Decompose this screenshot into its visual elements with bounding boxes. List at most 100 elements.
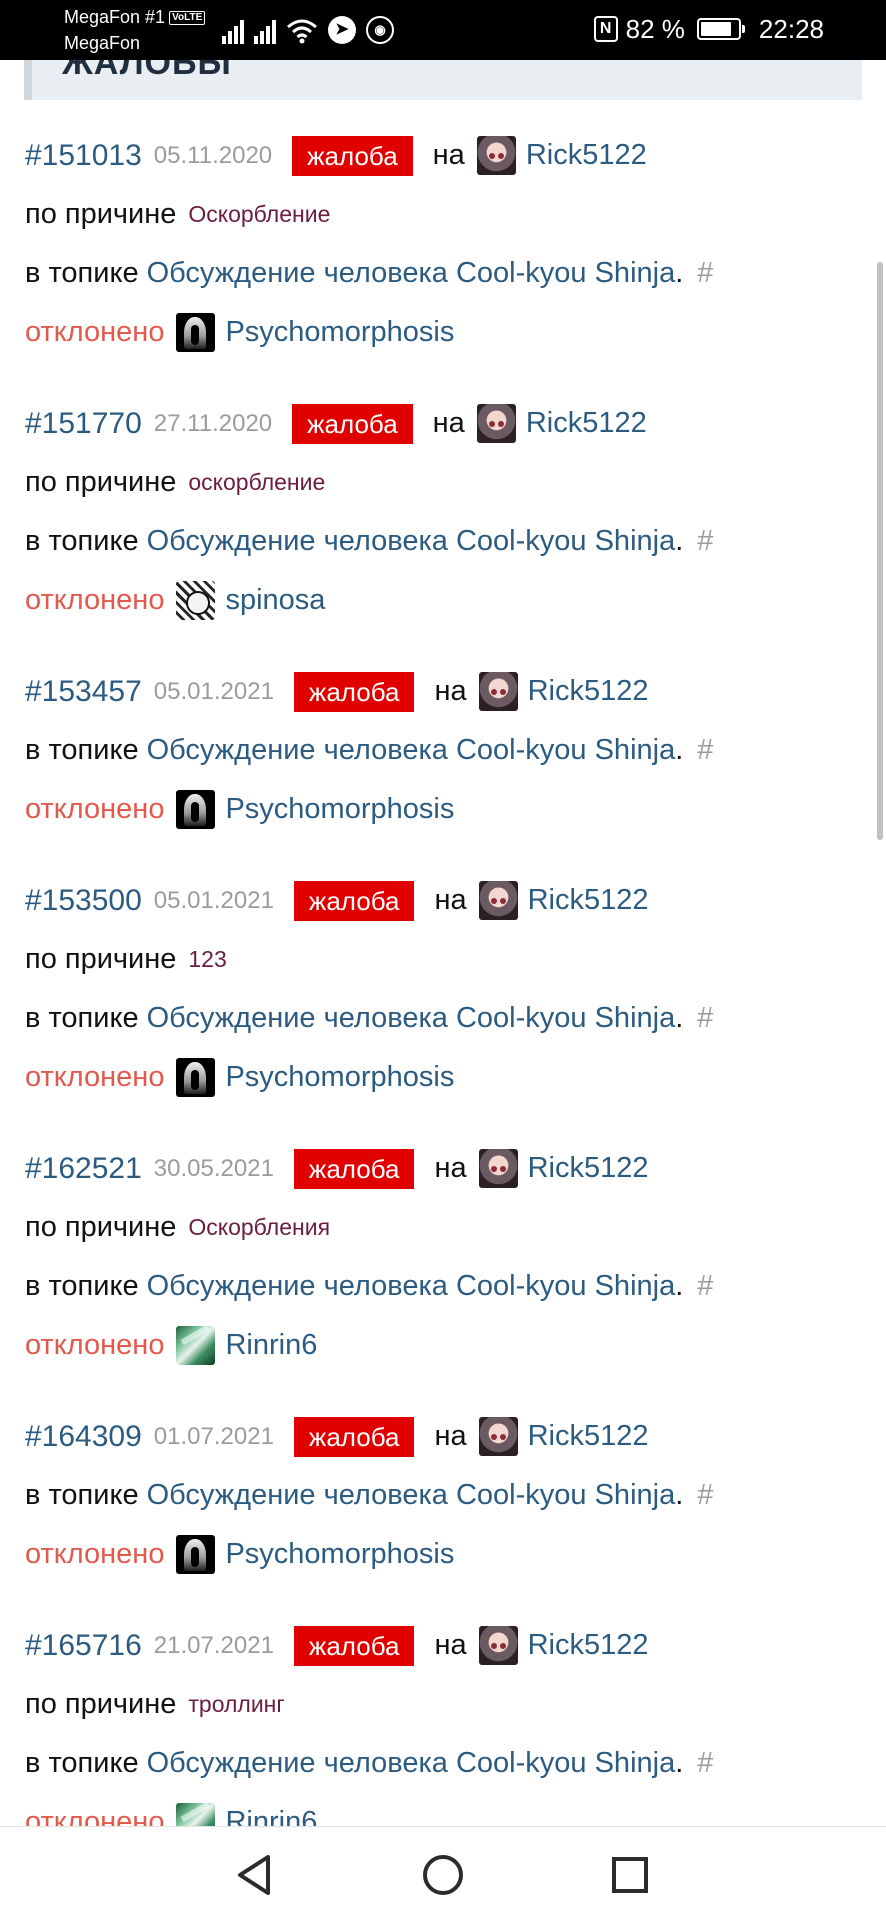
complaint-topic-row: в топике Обсуждение человека Cool-kyou Sh…	[25, 1466, 886, 1525]
moderator-link[interactable]: Psychomorphosis	[176, 1058, 454, 1097]
comment-anchor-link[interactable]: #	[697, 1002, 713, 1035]
comment-anchor-link[interactable]: #	[697, 525, 713, 558]
moderator-link[interactable]: Psychomorphosis	[176, 790, 454, 829]
moderator-name[interactable]: Psychomorphosis	[225, 316, 454, 349]
target-user-avatar[interactable]	[478, 672, 518, 711]
battery-percent: 82 %	[625, 13, 685, 44]
nfc-icon: N	[593, 16, 618, 42]
home-button[interactable]	[415, 1847, 471, 1903]
moderator-name[interactable]: Rinrin6	[225, 1329, 317, 1362]
comment-anchor-link[interactable]: #	[697, 1747, 713, 1780]
target-user-avatar[interactable]	[476, 136, 516, 175]
complaint-item: #162521 30.05.2021 жалоба на Rick5122 по прич…	[0, 1139, 886, 1375]
complaint-id-link[interactable]: #153457	[25, 675, 142, 709]
target-user-avatar[interactable]	[476, 404, 516, 443]
target-user-name[interactable]: Rick5122	[526, 139, 647, 172]
complaint-header-row: #153457 05.01.2021 жалоба на Rick5122	[25, 662, 886, 721]
topic-link[interactable]: Обсуждение человека Cool-kyou Shinja	[147, 1479, 676, 1512]
complaint-date: 30.05.2021	[153, 1154, 274, 1182]
complaint-id-link[interactable]: #164309	[25, 1420, 142, 1454]
topic-link[interactable]: Обсуждение человека Cool-kyou Shinja	[147, 1747, 676, 1780]
target-prefix: на	[434, 884, 467, 916]
topic-link[interactable]: Обсуждение человека Cool-kyou Shinja	[147, 1270, 676, 1303]
volte-icon: VoLTE	[169, 11, 206, 25]
telegram-icon: ➤	[328, 16, 356, 44]
complaint-id-link[interactable]: #151770	[25, 407, 142, 441]
target-user-link[interactable]: Rick5122	[476, 404, 647, 443]
comment-anchor-link[interactable]: #	[697, 734, 713, 767]
complaint-item: #164309 01.07.2021 жалоба на Rick5122 в топик…	[0, 1407, 886, 1584]
carrier-secondary: MegaFon	[64, 33, 141, 53]
target-user-name[interactable]: Rick5122	[528, 1152, 649, 1185]
moderator-link[interactable]: Psychomorphosis	[176, 313, 454, 352]
target-user-link[interactable]: Rick5122	[478, 672, 649, 711]
complaint-type-badge: жалоба	[292, 135, 413, 176]
moderator-link[interactable]: Psychomorphosis	[176, 1535, 454, 1574]
navigation-bar	[0, 1826, 886, 1920]
target-prefix: на	[434, 1629, 467, 1661]
signal-strength-icon	[222, 18, 244, 44]
topic-suffix: .	[675, 525, 684, 557]
moderator-name[interactable]: Psychomorphosis	[225, 1538, 454, 1571]
comment-anchor-link[interactable]: #	[697, 1479, 713, 1512]
moderator-name[interactable]: spinosa	[225, 584, 325, 617]
status-rejected: отклонено	[25, 584, 165, 616]
moderator-avatar[interactable]	[176, 581, 216, 620]
complaint-type-badge: жалоба	[293, 671, 415, 712]
recent-apps-button[interactable]	[602, 1847, 658, 1903]
moderator-avatar[interactable]	[176, 1326, 216, 1365]
complaint-id-link[interactable]: #162521	[25, 1152, 142, 1186]
reason-prefix: по причине	[25, 198, 177, 230]
target-prefix: на	[434, 1420, 467, 1452]
target-user-name[interactable]: Rick5122	[528, 884, 649, 917]
back-button[interactable]	[226, 1847, 282, 1903]
status-rejected: отклонено	[25, 316, 165, 348]
complaint-id-link[interactable]: #151013	[25, 139, 142, 173]
complaint-header-row: #165716 21.07.2021 жалоба на Rick5122	[25, 1616, 886, 1675]
moderator-name[interactable]: Psychomorphosis	[225, 1061, 454, 1094]
target-user-name[interactable]: Rick5122	[528, 675, 649, 708]
moderator-link[interactable]: Rinrin6	[176, 1326, 317, 1365]
battery-fill	[700, 22, 731, 36]
topic-link[interactable]: Обсуждение человека Cool-kyou Shinja	[147, 257, 676, 290]
complaint-reason-row: по причине 123	[25, 930, 886, 989]
moderator-avatar[interactable]	[176, 1535, 216, 1574]
moderator-avatar[interactable]	[176, 1058, 216, 1097]
moderator-link[interactable]: spinosa	[176, 581, 325, 620]
topic-suffix: .	[675, 1747, 684, 1779]
scrollbar[interactable]	[877, 262, 883, 840]
target-user-name[interactable]: Rick5122	[528, 1629, 649, 1662]
moderator-avatar[interactable]	[176, 313, 216, 352]
complaint-id-link[interactable]: #165716	[25, 1629, 142, 1663]
target-user-link[interactable]: Rick5122	[478, 1149, 649, 1188]
target-prefix: на	[434, 675, 467, 707]
status-rejected: отклонено	[25, 793, 165, 825]
complaint-date: 01.07.2021	[153, 1422, 274, 1450]
target-user-avatar[interactable]	[478, 881, 518, 920]
topic-link[interactable]: Обсуждение человека Cool-kyou Shinja	[147, 734, 676, 767]
topic-prefix: в топике	[25, 734, 139, 766]
target-user-avatar[interactable]	[478, 1626, 518, 1665]
topic-link[interactable]: Обсуждение человека Cool-kyou Shinja	[147, 525, 676, 558]
complaint-reason-row: по причине оскорбление	[25, 453, 886, 512]
topic-suffix: .	[675, 734, 684, 766]
complaint-id-link[interactable]: #153500	[25, 884, 142, 918]
target-user-avatar[interactable]	[478, 1417, 518, 1456]
target-user-name[interactable]: Rick5122	[528, 1420, 649, 1453]
target-user-link[interactable]: Rick5122	[478, 881, 649, 920]
comment-anchor-link[interactable]: #	[697, 1270, 713, 1303]
complaint-topic-row: в топике Обсуждение человека Cool-kyou Sh…	[25, 1257, 886, 1316]
topic-link[interactable]: Обсуждение человека Cool-kyou Shinja	[147, 1002, 676, 1035]
complaint-header-row: #153500 05.01.2021 жалоба на Rick5122	[25, 871, 886, 930]
target-user-link[interactable]: Rick5122	[476, 136, 647, 175]
target-user-link[interactable]: Rick5122	[478, 1417, 649, 1456]
moderator-avatar[interactable]	[176, 790, 216, 829]
complaint-status-row: отклонено Rinrin6	[25, 1316, 886, 1375]
target-user-name[interactable]: Rick5122	[526, 407, 647, 440]
status-rejected: отклонено	[25, 1329, 165, 1361]
moderator-name[interactable]: Psychomorphosis	[225, 793, 454, 826]
comment-anchor-link[interactable]: #	[697, 257, 713, 290]
target-user-avatar[interactable]	[478, 1149, 518, 1188]
target-user-link[interactable]: Rick5122	[478, 1626, 649, 1665]
complaint-status-row: отклонено Psychomorphosis	[25, 780, 886, 839]
